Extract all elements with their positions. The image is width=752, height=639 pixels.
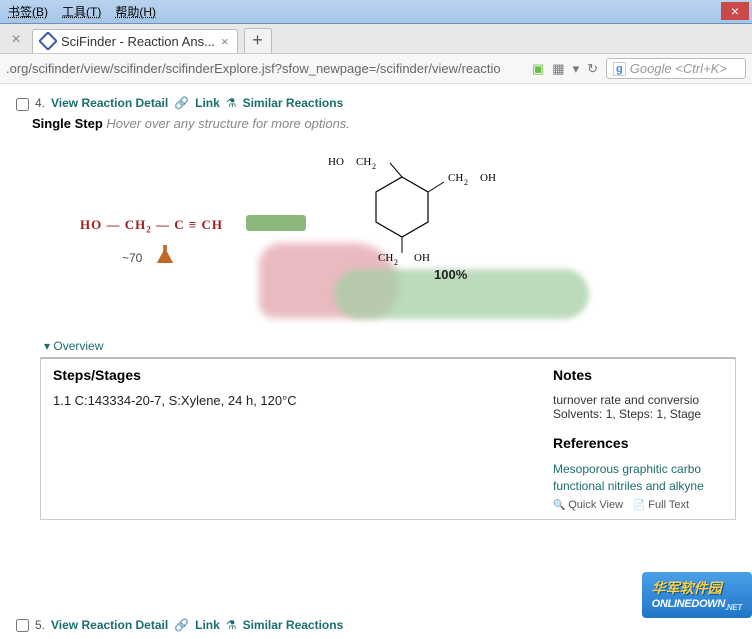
tab-active[interactable]: SciFinder - Reaction Ans... × [32,29,238,53]
watermark-en: ONLINEDOWN.NET [652,598,742,612]
single-step-hint: Hover over any structure for more option… [106,116,350,131]
single-step-line: Single Step Hover over any structure for… [32,116,736,131]
reload-icon[interactable]: ↻ [587,61,598,77]
references-header: References [553,435,735,451]
menu-tools[interactable]: 工具(T) [62,3,101,20]
detail-box: Steps/Stages 1.1 C:143334-20-7, S:Xylene… [40,357,736,520]
product-structure[interactable]: HOCH2 CH2OH CH2OH [322,147,522,267]
scifinder-favicon [38,31,58,51]
doc-actions: Quick View Full Text [553,499,735,511]
flask-icon-small[interactable] [156,245,174,263]
svg-text:CH: CH [448,172,463,184]
similar-reactions-link-5[interactable]: Similar Reactions [243,618,344,632]
quick-view-link[interactable]: Quick View [553,499,623,511]
view-reaction-detail-link-5[interactable]: View Reaction Detail [51,618,168,632]
browser-menu-bar: 书签(B) 工具(T) 帮助(H) × [0,0,752,24]
step-1-1: 1.1 C:143334-20-7, S:Xylene, 24 h, 120°C [53,393,533,408]
flask-icon-5: ⚗ [226,618,237,632]
result-5-checkbox[interactable] [16,619,29,632]
view-reaction-detail-link[interactable]: View Reaction Detail [51,96,168,110]
dropdown-icon[interactable]: ▾ [573,61,580,77]
tab-title: SciFinder - Reaction Ans... [61,34,215,49]
svg-text:2: 2 [372,162,376,171]
svg-text:HO: HO [328,156,344,168]
overview-toggle[interactable]: Overview [44,339,103,353]
watermark-badge: 华军软件园 ONLINEDOWN.NET [642,572,752,618]
browser-search-box[interactable]: g Google <Ctrl+K> [606,58,746,79]
tab-blank-close[interactable]: × [6,31,26,51]
similar-reactions-link[interactable]: Similar Reactions [243,96,344,110]
svg-text:CH: CH [356,156,371,168]
reactant-structure[interactable]: HO — CH2 — C ≡ CH [80,217,223,235]
window-close-button[interactable]: × [721,2,749,20]
permalink-icon-5[interactable]: 🔗 [174,618,189,632]
steps-column: Steps/Stages 1.1 C:143334-20-7, S:Xylene… [41,359,545,519]
reaction-arrow-smudge [246,215,306,231]
watermark-cn: 华军软件园 [652,578,742,598]
steps-header: Steps/Stages [53,367,533,383]
result-5-header: 5. View Reaction Detail 🔗 Link ⚗ Similar… [16,618,343,632]
page-content: 4. View Reaction Detail 🔗 Link ⚗ Similar… [0,84,752,636]
result-4-checkbox[interactable] [16,98,29,111]
notes-line2: Solvents: 1, Steps: 1, Stage [553,407,735,421]
svg-text:2: 2 [464,178,468,187]
address-bar: .org/scifinder/view/scifinder/scifinderE… [0,54,752,84]
svg-text:2: 2 [394,258,398,267]
tab-close-icon[interactable]: × [221,34,229,49]
link-link-5[interactable]: Link [195,618,220,632]
notes-header: Notes [553,367,735,383]
flask-icon: ⚗ [226,96,237,110]
menu-help[interactable]: 帮助(H) [115,3,156,20]
shield-icon[interactable]: ▣ [532,61,544,77]
menu-bookmarks[interactable]: 书签(B) [8,3,48,20]
svg-text:OH: OH [480,172,496,184]
addrbar-toolbar: ▣ ▦ ▾ ↻ g Google <Ctrl+K> [532,58,746,79]
reference-link-1[interactable]: Mesoporous graphitic carbo [553,461,735,478]
grid-icon[interactable]: ▦ [552,61,564,77]
new-tab-button[interactable]: + [244,28,272,53]
result-4-header: 4. View Reaction Detail 🔗 Link ⚗ Similar… [16,96,736,110]
notes-line1: turnover rate and conversio [553,393,735,407]
tab-bar: × SciFinder - Reaction Ans... × + [0,24,752,54]
link-link[interactable]: Link [195,96,220,110]
overview-section: Overview [44,339,736,353]
result-4-number: 4. [35,96,45,110]
result-5-number: 5. [35,618,45,632]
google-icon: g [613,62,626,76]
reactant-yield: ~70 [122,251,142,265]
single-step-label: Single Step [32,116,103,131]
permalink-icon[interactable]: 🔗 [174,96,189,110]
full-text-link[interactable]: Full Text [633,499,689,511]
reaction-scheme: HO — CH2 — C ≡ CH ~70 100% HOCH2 CH2OH C… [24,143,728,333]
notes-column: Notes turnover rate and conversio Solven… [545,359,735,519]
svg-text:OH: OH [414,252,430,264]
product-yield: 100% [434,267,467,282]
search-placeholder: Google <Ctrl+K> [630,61,727,76]
reference-link-2[interactable]: functional nitriles and alkyne [553,478,735,495]
svg-text:CH: CH [378,252,393,264]
url-text[interactable]: .org/scifinder/view/scifinder/scifinderE… [6,61,501,76]
